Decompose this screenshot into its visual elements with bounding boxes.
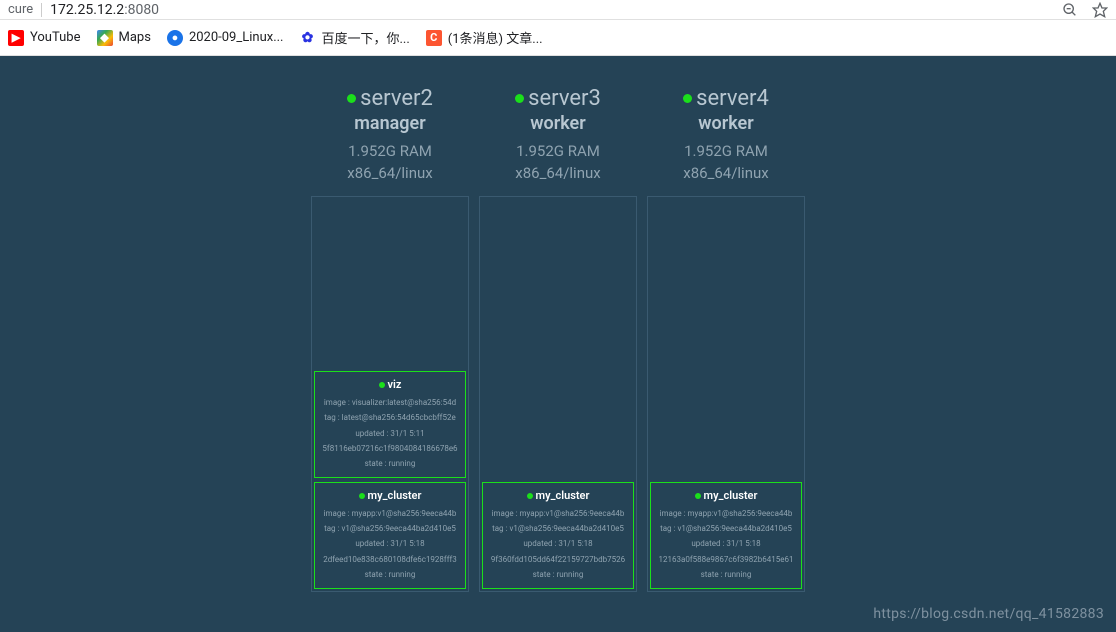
maps-icon: ◆: [97, 30, 113, 46]
node-name: server3: [528, 86, 601, 111]
task-id: 5f8116eb07216c1f9804084186678e6: [317, 441, 463, 456]
node-title: server3: [515, 86, 601, 111]
node-ram: 1.952G RAM: [515, 142, 601, 160]
task-card[interactable]: my_cluster image : myapp:v1@sha256:9eeca…: [650, 482, 802, 589]
task-title: viz: [317, 378, 463, 391]
bookmarks-bar: ▶ YouTube ◆ Maps ● 2020-09_Linux... ✿ 百度…: [0, 20, 1116, 56]
status-dot-icon: [359, 493, 365, 499]
node-header: server3 worker 1.952G RAM x86_64/linux: [515, 76, 601, 188]
status-dot-icon: [527, 493, 533, 499]
status-dot-icon: [347, 94, 356, 103]
bookmark-label: 2020-09_Linux...: [189, 30, 284, 45]
task-name: my_cluster: [704, 489, 758, 502]
task-name: viz: [388, 378, 402, 391]
bookmark-label: Maps: [119, 30, 151, 45]
bookmark-linux[interactable]: ● 2020-09_Linux...: [167, 30, 284, 46]
zoom-icon[interactable]: [1062, 2, 1078, 18]
baidu-icon: ✿: [299, 30, 315, 46]
task-id: 9f360fdd105dd64f22159727bdb7526: [485, 552, 631, 567]
bookmark-youtube[interactable]: ▶ YouTube: [8, 30, 81, 46]
nodes-wrapper: server2 manager 1.952G RAM x86_64/linux …: [0, 76, 1116, 592]
bookmark-maps[interactable]: ◆ Maps: [97, 30, 151, 46]
status-dot-icon: [515, 94, 524, 103]
task-updated: updated : 31/1 5:18: [317, 536, 463, 551]
node-column: server4 worker 1.952G RAM x86_64/linux m…: [642, 76, 810, 592]
task-title: my_cluster: [485, 489, 631, 502]
status-dot-icon: [379, 382, 385, 388]
task-state: state : running: [653, 567, 799, 582]
csdn-icon: C: [426, 30, 442, 46]
task-image: image : myapp:v1@sha256:9eeca44b: [653, 506, 799, 521]
task-name: my_cluster: [368, 489, 422, 502]
bookmark-csdn[interactable]: C (1条消息) 文章...: [426, 28, 543, 47]
task-image: image : visualizer:latest@sha256:54d: [317, 395, 463, 410]
security-label: cure: [8, 2, 33, 17]
node-name: server2: [360, 86, 433, 111]
task-id: 2dfeed10e838c680108dfe6c1928fff3: [317, 552, 463, 567]
url-display[interactable]: 172.25.12.2:8080: [50, 2, 159, 18]
task-updated: updated : 31/1 5:18: [485, 536, 631, 551]
task-image: image : myapp:v1@sha256:9eeca44b: [485, 506, 631, 521]
watermark: https://blog.csdn.net/qq_41582883: [873, 606, 1104, 622]
node-header: server4 worker 1.952G RAM x86_64/linux: [683, 76, 769, 188]
task-tag: tag : latest@sha256:54d65cbcbff52e: [317, 410, 463, 425]
node-title: server4: [683, 86, 769, 111]
star-icon[interactable]: [1092, 2, 1108, 18]
browser-actions: [1062, 2, 1108, 18]
node-column: server2 manager 1.952G RAM x86_64/linux …: [306, 76, 474, 592]
node-role: manager: [347, 113, 433, 134]
bookmark-baidu[interactable]: ✿ 百度一下，你...: [299, 28, 409, 47]
task-title: my_cluster: [653, 489, 799, 502]
task-state: state : running: [485, 567, 631, 582]
task-title: my_cluster: [317, 489, 463, 502]
task-tag: tag : v1@sha256:9eeca44ba2d410e5: [653, 521, 799, 536]
url-port: :8080: [124, 2, 159, 18]
tasks-area: viz image : visualizer:latest@sha256:54d…: [311, 196, 469, 592]
status-dot-icon: [683, 94, 692, 103]
task-card[interactable]: viz image : visualizer:latest@sha256:54d…: [314, 371, 466, 478]
node-ram: 1.952G RAM: [683, 142, 769, 160]
address-bar: cure 172.25.12.2:8080: [0, 0, 1116, 20]
task-card[interactable]: my_cluster image : myapp:v1@sha256:9eeca…: [314, 482, 466, 589]
node-arch: x86_64/linux: [683, 164, 769, 182]
bookmark-label: (1条消息) 文章...: [448, 28, 543, 47]
tasks-area: my_cluster image : myapp:v1@sha256:9eeca…: [479, 196, 637, 592]
node-role: worker: [515, 113, 601, 134]
divider: [41, 3, 42, 17]
node-title: server2: [347, 86, 433, 111]
task-card[interactable]: my_cluster image : myapp:v1@sha256:9eeca…: [482, 482, 634, 589]
swarm-visualizer: server2 manager 1.952G RAM x86_64/linux …: [0, 56, 1116, 632]
node-role: worker: [683, 113, 769, 134]
tasks-area: my_cluster image : myapp:v1@sha256:9eeca…: [647, 196, 805, 592]
node-arch: x86_64/linux: [515, 164, 601, 182]
task-image: image : myapp:v1@sha256:9eeca44b: [317, 506, 463, 521]
node-column: server3 worker 1.952G RAM x86_64/linux m…: [474, 76, 642, 592]
task-id: 12163a0f588e9867c6f3982b6415e61: [653, 552, 799, 567]
task-tag: tag : v1@sha256:9eeca44ba2d410e5: [317, 521, 463, 536]
node-ram: 1.952G RAM: [347, 142, 433, 160]
bookmark-label: 百度一下，你...: [321, 28, 409, 47]
youtube-icon: ▶: [8, 30, 24, 46]
task-updated: updated : 31/1 5:18: [653, 536, 799, 551]
task-name: my_cluster: [536, 489, 590, 502]
task-updated: updated : 31/1 5:11: [317, 426, 463, 441]
bookmark-label: YouTube: [30, 30, 81, 45]
node-header: server2 manager 1.952G RAM x86_64/linux: [347, 76, 433, 188]
task-state: state : running: [317, 456, 463, 471]
status-dot-icon: [695, 493, 701, 499]
node-arch: x86_64/linux: [347, 164, 433, 182]
globe-icon: ●: [167, 30, 183, 46]
task-state: state : running: [317, 567, 463, 582]
task-tag: tag : v1@sha256:9eeca44ba2d410e5: [485, 521, 631, 536]
url-host: 172.25.12.2: [50, 2, 124, 18]
node-name: server4: [696, 86, 769, 111]
